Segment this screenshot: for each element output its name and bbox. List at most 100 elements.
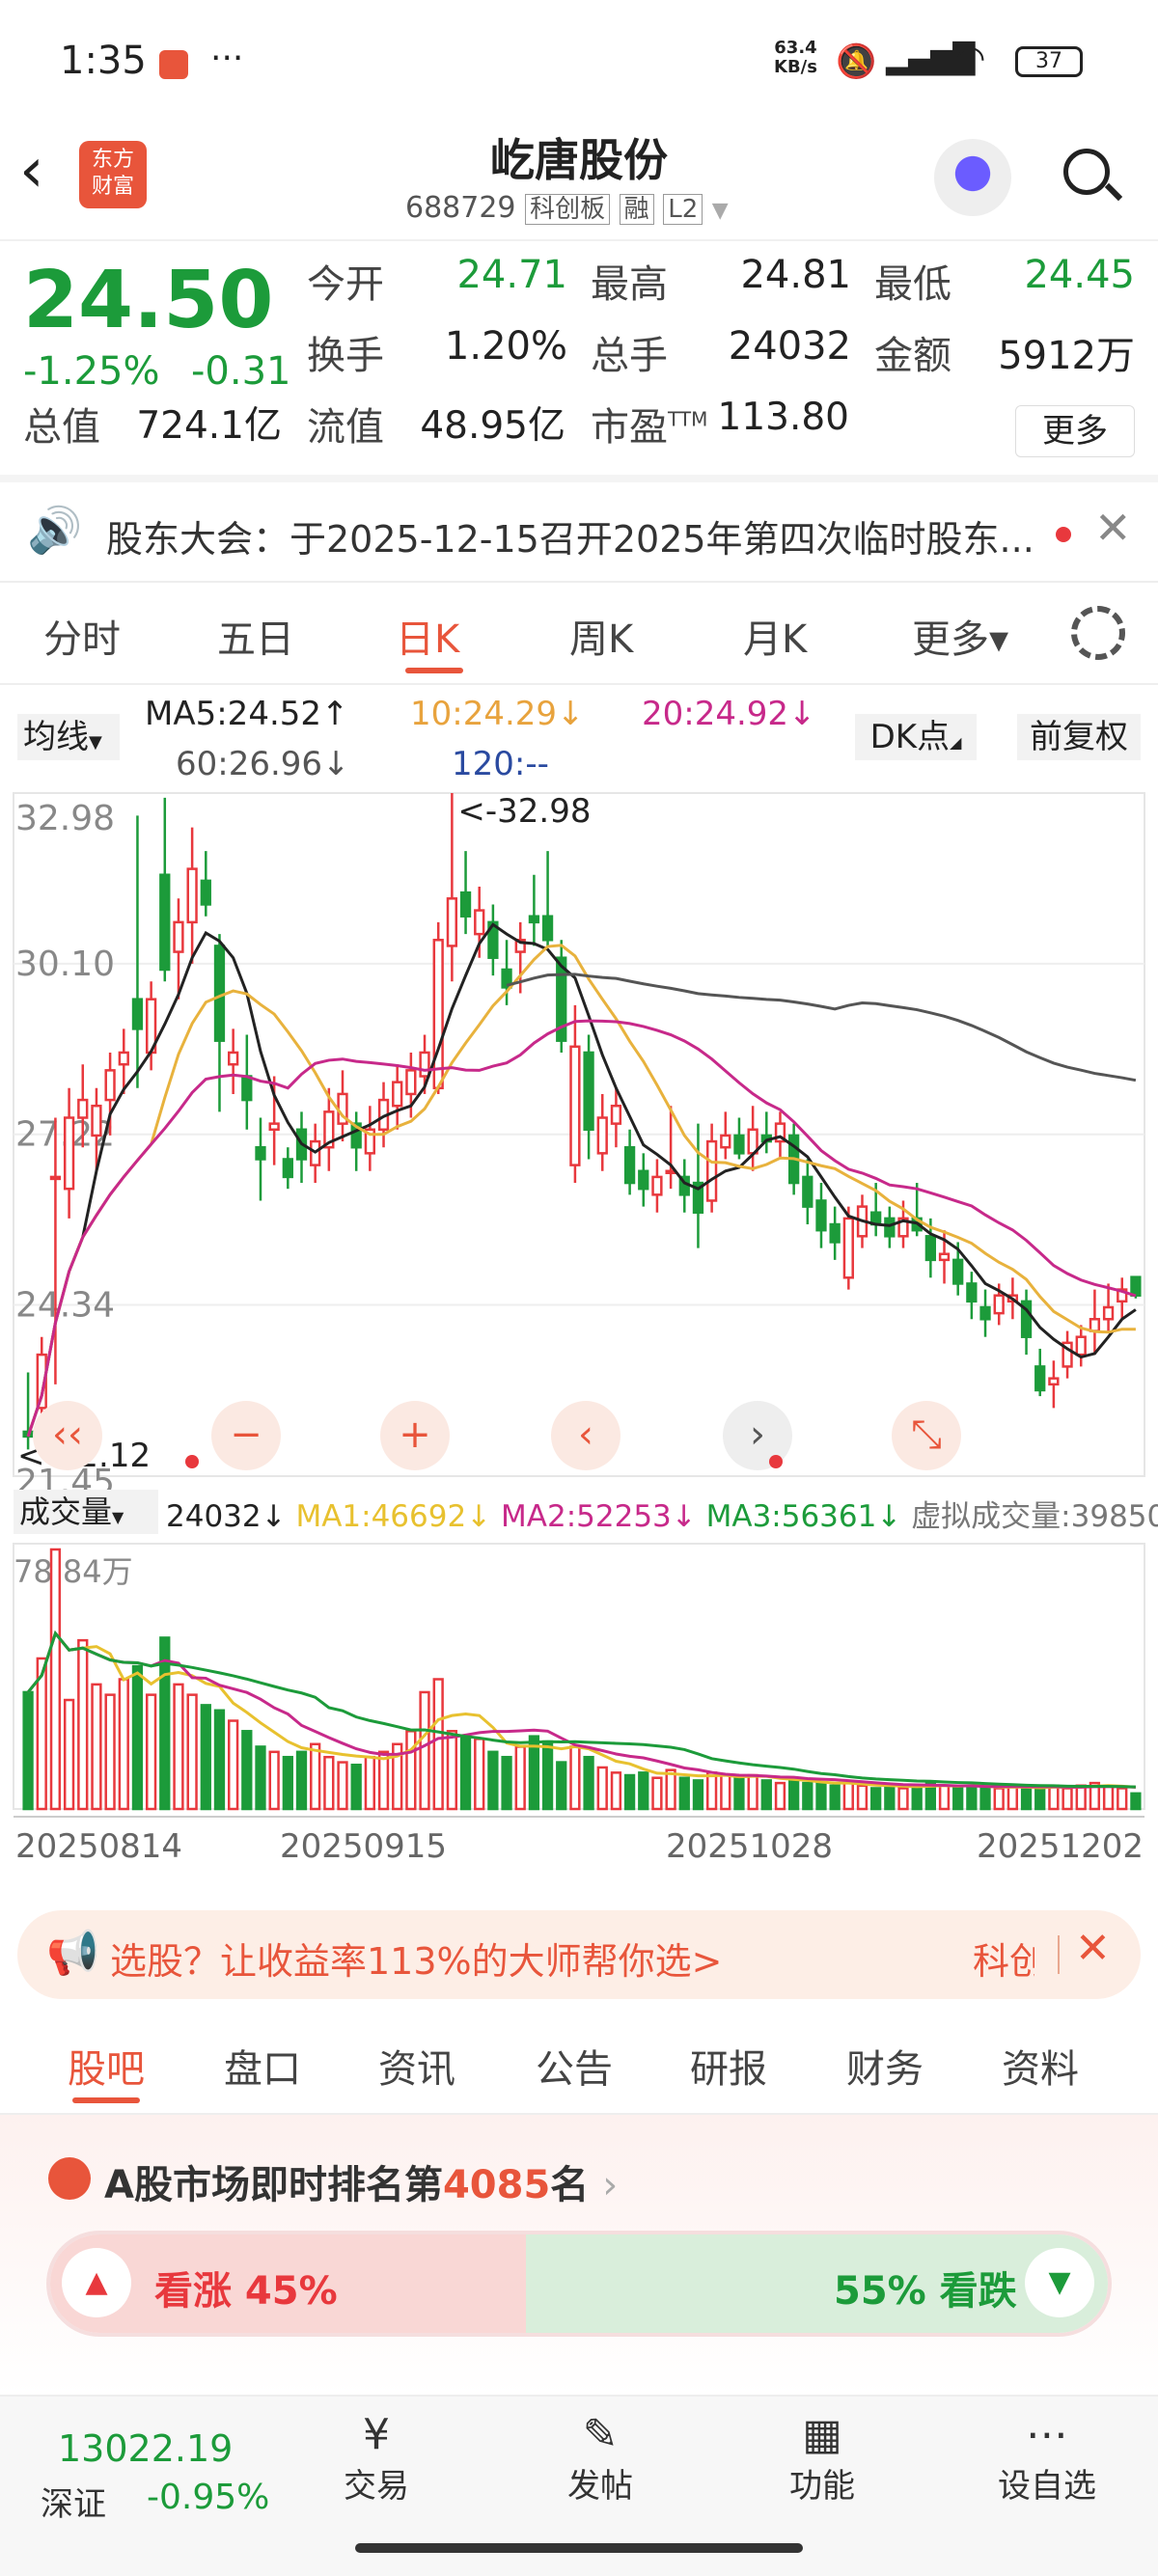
- y-tick-label: 30.10: [15, 945, 115, 984]
- dk-button-label: DK点: [869, 718, 951, 756]
- ma-line: [26, 944, 1136, 1438]
- tab-period[interactable]: 日K: [396, 608, 459, 664]
- volume-bar: [1006, 1784, 1019, 1811]
- ranking-panel: A股市场即时排名第4085名 › ▲ 看涨 45% 55% 看跌 ▼: [0, 2115, 1158, 2395]
- candle-body: [541, 915, 554, 942]
- volume-bar: [364, 1755, 375, 1811]
- ad-banner[interactable]: 📢 选股？让收益率113%的大师帮你选> 科创 ✕: [17, 1910, 1141, 1999]
- volume-bar: [938, 1784, 951, 1811]
- x-tick-label: 20251202: [977, 1827, 1144, 1866]
- search-icon[interactable]: [1060, 145, 1123, 205]
- vote-up-button[interactable]: ▲: [62, 2248, 131, 2317]
- stat-label: 换手: [307, 334, 384, 378]
- candle-body: [186, 867, 198, 924]
- yuan-icon: ¥: [363, 2410, 390, 2459]
- function-button[interactable]: ▦ 功能: [764, 2410, 880, 2507]
- tab-section[interactable]: 研报: [690, 2038, 767, 2094]
- current-price: 24.50: [23, 255, 274, 346]
- volume-bar: [377, 1750, 390, 1811]
- tab-section[interactable]: 资讯: [378, 2038, 455, 2094]
- candle-body: [528, 915, 540, 924]
- volume-bar: [77, 1638, 89, 1811]
- chart-control-button[interactable]: −: [211, 1401, 281, 1470]
- ranking-text[interactable]: A股市场即时排名第4085名 ›: [104, 2153, 618, 2209]
- tab-period[interactable]: 周K: [569, 608, 633, 664]
- volume-bar: [596, 1766, 608, 1811]
- robot-avatar-icon[interactable]: [934, 139, 1011, 216]
- volume-bar: [173, 1683, 184, 1811]
- stat-label: 最高: [591, 262, 668, 307]
- app-logo[interactable]: 东方 财富: [79, 141, 147, 208]
- volume-selector[interactable]: 成交量▼: [14, 1490, 158, 1534]
- stat-value: 1.20%: [444, 324, 567, 369]
- tab-section[interactable]: 财务: [846, 2038, 924, 2094]
- more-circle-icon: ⋯: [1026, 2410, 1068, 2459]
- notice-dot: [1056, 527, 1071, 542]
- candle-body: [993, 1294, 1005, 1315]
- volume-bar: [514, 1745, 526, 1811]
- chart-control-button[interactable]: +: [380, 1401, 450, 1470]
- tab-period[interactable]: 五日: [217, 608, 294, 664]
- back-icon[interactable]: ‹: [19, 135, 44, 206]
- ma5-value: MA5:24.52↑: [145, 695, 349, 733]
- volume-bar: [569, 1745, 581, 1811]
- x-tick-label: 20250915: [280, 1827, 447, 1866]
- marker-dot: [185, 1455, 199, 1468]
- vote-down-button[interactable]: ▼: [1025, 2248, 1094, 2317]
- stock-meta[interactable]: 688729 科创板 融 L2 ▼: [405, 189, 729, 225]
- ma-selector[interactable]: 均线▼: [17, 714, 120, 760]
- settings-gear-icon[interactable]: [1071, 606, 1125, 660]
- index-value: 13022.19: [58, 2427, 234, 2470]
- status-dots: ···: [210, 39, 244, 78]
- volume-bar: [310, 1742, 321, 1811]
- volume-bar: [583, 1755, 594, 1811]
- chart-control-button[interactable]: ⤡: [892, 1401, 961, 1470]
- volume-bar: [952, 1787, 964, 1811]
- candle-body: [459, 891, 472, 918]
- volume-bar: [979, 1787, 991, 1811]
- volume-bar: [200, 1704, 211, 1811]
- volume-bar: [1034, 1787, 1046, 1811]
- dk-button[interactable]: DK点◢: [855, 714, 977, 760]
- add-watchlist-button[interactable]: ⋯ 设自选: [975, 2410, 1119, 2507]
- chart-control-button[interactable]: ‹‹: [33, 1401, 102, 1470]
- candle-body: [255, 1145, 266, 1161]
- adjust-button[interactable]: 前复权: [1017, 714, 1141, 760]
- index-widget[interactable]: 13022.19 深证 -0.95%: [19, 2416, 290, 2524]
- tab-underline: [405, 668, 463, 673]
- stat-value: 24032: [728, 324, 851, 369]
- sentiment-bar: ▲ 看涨 45% 55% 看跌 ▼: [46, 2231, 1112, 2337]
- stat-value: 5912万: [998, 334, 1135, 378]
- net-speed-unit: KB/s: [774, 57, 817, 77]
- tab-section[interactable]: 资料: [1002, 2038, 1079, 2094]
- trade-button[interactable]: ¥ 交易: [318, 2410, 434, 2507]
- chart-control-button[interactable]: ‹: [551, 1401, 620, 1470]
- notice-text[interactable]: 股东大会：于2025-12-15召开2025年第四次临时股东...: [106, 509, 1034, 562]
- ranking-prefix: A股市场即时排名第: [104, 2163, 443, 2207]
- volume-bar: [337, 1761, 348, 1811]
- notice-bar[interactable]: 🔊 股东大会：于2025-12-15召开2025年第四次临时股东... ✕: [0, 482, 1158, 579]
- stat-label: 今开: [307, 262, 384, 307]
- tab-section[interactable]: 盘口: [224, 2038, 301, 2094]
- tab-section[interactable]: 公告: [536, 2038, 613, 2094]
- volume-bar: [829, 1784, 841, 1811]
- caret-icon: ▼: [112, 1508, 124, 1526]
- more-button[interactable]: 更多: [1015, 405, 1135, 457]
- candle-body: [1034, 1365, 1046, 1392]
- close-icon[interactable]: ✕: [1094, 502, 1132, 554]
- tab-period[interactable]: 更多▾: [912, 608, 1008, 664]
- kline-chart[interactable]: 32.9830.1027.2224.3421.45<-32.98<-22.127…: [0, 791, 1158, 1901]
- tab-period[interactable]: 分时: [43, 608, 121, 664]
- post-button[interactable]: ✎ 发帖: [542, 2410, 658, 2507]
- tab-period[interactable]: 月K: [743, 608, 807, 664]
- volume-bar: [651, 1776, 663, 1811]
- close-icon[interactable]: ✕: [1075, 1924, 1111, 1973]
- volume-bar: [459, 1735, 472, 1811]
- home-indicator: [355, 2543, 803, 2553]
- ma20-value: 20:24.92↓: [642, 695, 816, 733]
- volume-bar: [993, 1787, 1005, 1811]
- candle-body: [268, 1122, 280, 1132]
- candle-body: [1048, 1377, 1060, 1386]
- tab-section[interactable]: 股吧: [68, 2038, 145, 2094]
- ad-text[interactable]: 选股？让收益率113%的大师帮你选>: [110, 1932, 722, 1985]
